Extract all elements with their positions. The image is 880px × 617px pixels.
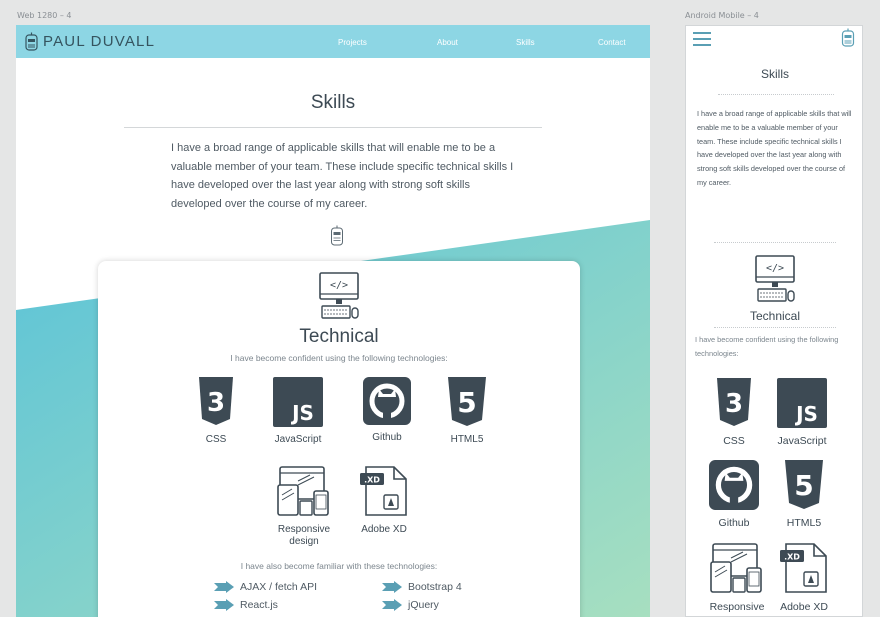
familiar-label-ajax: AJAX / fetch API [240,581,318,593]
mobile-tech-item-css: 3 CSS [706,378,762,447]
mobile-tech-label-javascript: JavaScript [777,435,827,447]
technical-card-title: Technical [299,326,379,347]
computer-code-icon: </> [755,255,795,302]
mobile-tech-label-adobe-xd: Adobe XD [780,601,828,613]
familiar-item-ajax: AJAX / fetch API [214,581,317,593]
mobile-tech-item-adobe-xd: .XD Adobe XD [774,542,834,613]
svg-text:3: 3 [725,389,743,419]
svg-text:.XD: .XD [364,476,380,485]
title-divider [124,127,542,128]
svg-text:5: 5 [794,469,813,502]
github-icon [363,377,411,425]
svg-text:JS: JS [290,401,314,425]
svg-text:.XD: .XD [784,553,800,562]
svg-text:5: 5 [457,386,476,419]
skills-intro-text: I have a broad range of applicable skill… [171,142,514,210]
mobile-tech-label-github: Github [718,517,750,529]
mobile-technical-subtitle: I have become confident using the follow… [695,335,839,358]
mobile-skills-intro-text: I have a broad range of applicable skill… [697,109,852,187]
hamburger-menu-icon[interactable] [693,32,711,46]
mobile-technical-title: Technical [749,309,801,323]
css3-icon: 3 [717,378,751,426]
computer-code-icon: </> [319,272,359,319]
top-navbar: PAUL DUVALL Projects About Skills Contac… [16,25,650,58]
mobile-artboard-label: Android Mobile – 4 [685,11,759,20]
page-title: Skills [310,92,356,113]
arrow-right-icon [214,599,234,611]
mobile-tech-label-html5: HTML5 [786,517,822,529]
mobile-tech-label-css: CSS [723,435,745,447]
mobile-header [686,26,862,50]
technical-skills-card: </> Technical I have become confident us… [98,261,580,617]
brand-name: PAUL DUVALL [43,33,156,50]
robot-head-logo-icon[interactable] [841,28,855,48]
robot-logo-small-icon [331,225,343,246]
tech-item-javascript: JS JavaScript [266,377,330,446]
adobe-xd-file-icon: .XD [780,543,827,593]
svg-text:3: 3 [207,388,225,418]
tech-label-html5: HTML5 [450,434,484,445]
mobile-tech-label-responsive: Responsive [709,601,765,613]
mobile-title-divider [718,94,834,95]
html5-icon: 5 [785,460,823,509]
javascript-icon: JS [777,378,827,428]
familiar-label-bootstrap: Bootstrap 4 [408,581,462,593]
technical-card-subtitle: I have become confident using the follow… [230,353,448,363]
familiar-item-jquery: jQuery [382,599,439,611]
familiar-technologies-heading: I have also become familiar with these t… [240,561,438,571]
familiar-label-react: React.js [240,599,278,611]
familiar-item-bootstrap: Bootstrap 4 [382,581,462,593]
nav-link-projects[interactable]: Projects [338,38,367,47]
github-icon [709,460,759,510]
arrow-right-icon [382,599,402,611]
tech-item-adobe-xd: .XD Adobe XD [354,465,414,536]
robot-head-logo-icon [25,32,38,51]
nav-link-contact[interactable]: Contact [598,38,626,47]
responsive-design-icon [710,543,762,593]
svg-text:</>: </> [330,280,348,291]
nav-link-about[interactable]: About [437,38,458,47]
html5-icon: 5 [448,377,486,426]
tech-item-github: Github [361,377,413,444]
tech-label-responsive-design: Responsive design [277,524,331,547]
svg-text:</>: </> [766,263,784,274]
tech-label-css: CSS [205,434,227,445]
adobe-xd-file-icon: .XD [360,466,407,516]
desktop-artboard[interactable]: PAUL DUVALL Projects About Skills Contac… [16,25,650,617]
svg-text:JS: JS [794,402,818,426]
responsive-design-icon [277,466,329,516]
tech-label-javascript: JavaScript [274,434,322,445]
mobile-tech-item-github: Github [706,460,762,529]
mobile-tech-item-javascript: JS JavaScript [772,378,832,447]
arrow-right-icon [214,581,234,593]
mobile-artboard[interactable]: Skills I have a broad range of applicabl… [685,25,863,617]
tech-item-css: 3 CSS [190,377,242,446]
arrow-right-icon [382,581,402,593]
mobile-section-divider [714,242,836,243]
mobile-tech-item-responsive: Responsive [702,542,772,613]
mobile-page-title: Skills [760,67,789,81]
nav-link-skills[interactable]: Skills [516,38,535,47]
tech-item-responsive-design: Responsive design [264,465,344,548]
tech-item-html5: 5 HTML5 [438,377,496,446]
mobile-technical-divider [714,327,836,328]
tech-label-adobe-xd: Adobe XD [361,524,407,535]
css3-icon: 3 [199,377,233,425]
familiar-item-react: React.js [214,599,278,611]
brand-logo[interactable]: PAUL DUVALL [24,32,155,52]
tech-label-github: Github [372,432,402,443]
mobile-tech-item-html5: 5 HTML5 [776,460,832,529]
familiar-label-jquery: jQuery [408,599,439,611]
javascript-icon: JS [273,377,323,427]
desktop-artboard-label: Web 1280 – 4 [17,11,72,20]
